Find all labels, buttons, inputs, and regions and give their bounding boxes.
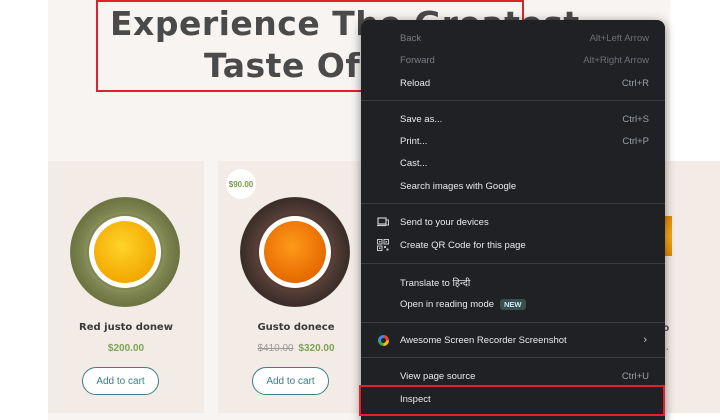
menu-item-shortcut: Alt+Right Arrow [583,54,649,66]
product-price: $200.00 [48,343,204,354]
menu-item-label-text: Open in reading mode [400,298,495,310]
menu-item-shortcut: Ctrl+S [622,113,649,125]
menu-item-label: Send to your devices [400,216,489,228]
sale-badge: $90.00 [226,169,256,199]
menu-separator [361,357,665,358]
add-to-cart-button[interactable]: Add to cart [82,367,159,395]
menu-separator [361,263,665,264]
browser-page: Experience The Greatest Taste Of T Red j… [0,0,720,420]
menu-item-cast[interactable]: Cast... [361,152,665,174]
inspect-highlight [359,385,665,416]
menu-item-label: Back [400,32,422,44]
menu-item-print[interactable]: Print... Ctrl+P [361,130,665,152]
screen-recorder-icon [377,334,389,346]
menu-item-shortcut: Ctrl+R [621,77,649,89]
product-card[interactable]: $90.00 Gusto donece $410.00 $320.00 Add … [218,161,374,413]
product-price: $410.00 $320.00 [218,343,374,354]
menu-item-label: Search images with Google [400,180,517,192]
menu-item-back[interactable]: Back Alt+Left Arrow [361,27,665,49]
menu-item-reading-mode[interactable]: Open in reading mode NEW [361,293,665,315]
qr-code-icon [377,239,389,251]
product-name[interactable]: Gusto donece [218,322,374,333]
menu-separator [361,100,665,101]
product-old-price: $410.00 [257,343,294,354]
tea-bowl-image-partial [664,216,672,256]
menu-item-view-page-source[interactable]: View page source Ctrl+U [361,365,665,387]
context-menu: Back Alt+Left Arrow Forward Alt+Right Ar… [361,20,665,420]
menu-item-label: Open in reading mode NEW [400,298,526,310]
menu-item-label: Cast... [400,157,428,169]
menu-item-send-to-devices[interactable]: Send to your devices [361,211,665,233]
devices-icon [377,216,389,228]
menu-item-label: Save as... [400,113,443,125]
product-price-partial: . [666,342,669,353]
green-tea-bowl-image [70,197,180,307]
menu-item-translate[interactable]: Translate to हिन्दी [361,271,665,293]
menu-item-label: Forward [400,54,435,66]
menu-item-label: Print... [400,135,428,147]
menu-item-label: Awesome Screen Recorder Screenshot [400,334,567,346]
menu-item-label: View page source [400,370,476,382]
product-card[interactable]: Red justo donew $200.00 Add to cart [48,161,204,413]
new-badge: NEW [500,298,526,310]
chevron-right-icon: › [643,334,647,346]
menu-item-create-qr-code[interactable]: Create QR Code for this page [361,234,665,256]
menu-item-save-as[interactable]: Save as... Ctrl+S [361,108,665,130]
menu-separator [361,203,665,204]
menu-item-forward[interactable]: Forward Alt+Right Arrow [361,49,665,71]
black-tea-bowl-image [240,197,350,307]
menu-item-shortcut: Ctrl+U [621,370,649,382]
menu-item-screen-recorder[interactable]: Awesome Screen Recorder Screenshot › [361,329,665,351]
menu-item-label: Create QR Code for this page [400,239,526,251]
add-to-cart-button[interactable]: Add to cart [252,367,329,395]
menu-item-search-images[interactable]: Search images with Google [361,175,665,197]
menu-separator [361,322,665,323]
menu-item-shortcut: Ctrl+P [622,135,649,147]
menu-item-reload[interactable]: Reload Ctrl+R [361,72,665,94]
product-current-price: $200.00 [107,343,145,354]
product-current-price: $320.00 [298,343,335,354]
menu-item-shortcut: Alt+Left Arrow [589,32,649,44]
menu-item-label: Reload [400,77,431,89]
menu-item-label: Translate to हिन्दी [400,277,471,289]
product-name[interactable]: Red justo donew [48,322,204,333]
